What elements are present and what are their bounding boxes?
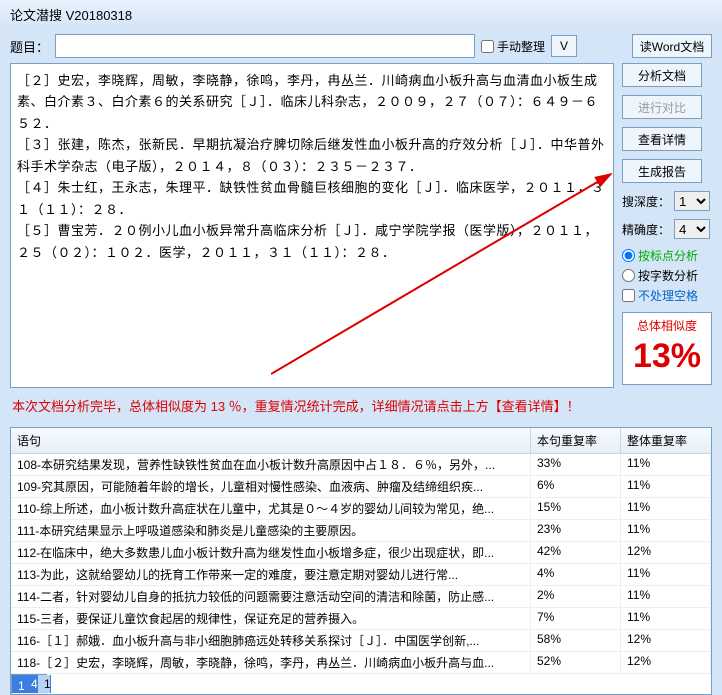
radio-chars[interactable]: 按字数分析	[622, 267, 712, 284]
cell-sentence: 118-［２］史宏，李晓辉，周敏，李晓静，徐鸣，李丹，冉丛兰．川崎病血小板升高与…	[11, 652, 531, 673]
table-row[interactable]: 110-综上所述，血小板计数升高症状在儿童中，尤其是０～４岁的婴幼儿间较为常见，…	[11, 498, 711, 520]
table-row[interactable]: 116-［１］郝娥．血小板升高与非小细胞肺癌远处转移关系探讨［Ｊ］．中国医学创新…	[11, 630, 711, 652]
depth-label: 搜深度：	[622, 193, 670, 210]
ref-line: ［４］朱士红，王永志，朱理平．缺铁性贫血骨髓巨核细胞的变化［Ｊ］．临床医学，２０…	[17, 177, 607, 220]
ref-line: ［５］曹宝芳．２０例小儿血小板异常升高临床分析［Ｊ］．咸宁学院学报（医学版），２…	[17, 220, 607, 263]
cell-rate2: 11%	[621, 476, 711, 497]
col-overall-rate[interactable]: 整体重复率	[621, 428, 711, 453]
cell-rate2: 12%	[621, 542, 711, 563]
radio-punct[interactable]: 按标点分析	[622, 247, 712, 264]
cell-rate1: 7%	[531, 608, 621, 629]
cell-sentence: 114-二者，针对婴幼儿自身的抵抗力较低的问题需要注意活动空间的清洁和除菌，防止…	[11, 586, 531, 607]
similarity-box: 总体相似度 13%	[622, 312, 712, 385]
cell-rate2: 12%	[621, 652, 711, 673]
table-row[interactable]: 118-［２］史宏，李晓辉，周敏，李晓静，徐鸣，李丹，冉丛兰．川崎病血小板升高与…	[11, 652, 711, 674]
results-table: 语句 本句重复率 整体重复率 108-本研究结果发现，营养性缺铁性贫血在血小板计…	[10, 427, 712, 695]
depth-select[interactable]: 1	[674, 191, 710, 211]
cell-sentence: 112-在临床中，绝大多数患儿血小板计数升高为继发性血小板增多症，很少出现症状，…	[11, 542, 531, 563]
title-input[interactable]	[55, 34, 475, 58]
cell-rate2: 12%	[38, 675, 51, 693]
precision-select[interactable]: 4	[674, 219, 710, 239]
cell-rate2: 11%	[621, 564, 711, 585]
cell-rate2: 11%	[621, 454, 711, 475]
col-sentence[interactable]: 语句	[11, 428, 531, 453]
cell-rate2: 11%	[621, 586, 711, 607]
ref-line: ［３］张建，陈杰，张新民．早期抗凝治疗脾切除后继发性血小板升高的疗效分析［Ｊ］．…	[17, 134, 607, 177]
cell-rate2: 11%	[621, 608, 711, 629]
manual-sort-check[interactable]	[481, 40, 494, 53]
cell-rate2: 11%	[621, 520, 711, 541]
window-titlebar: 论文潜搜 V20180318	[0, 0, 722, 29]
cell-rate1: 4%	[531, 564, 621, 585]
table-row[interactable]: 108-本研究结果发现，营养性缺铁性贫血在血小板计数升高原因中占１８．６％，另外…	[11, 454, 711, 476]
manual-sort-checkbox[interactable]: 手动整理	[481, 38, 545, 55]
cell-rate1: 49%	[25, 675, 38, 693]
cell-rate2: 11%	[621, 498, 711, 519]
window-title: 论文潜搜 V20180318	[10, 8, 132, 23]
cell-sentence: 111-本研究结果显示上呼吸道感染和肺炎是儿童感染的主要原因。	[11, 520, 531, 541]
table-header: 语句 本句重复率 整体重复率	[11, 428, 711, 454]
cell-rate1: 52%	[531, 652, 621, 673]
table-row[interactable]: 109-究其原因，可能随着年龄的增长，儿童相对慢性感染、血液病、肿瘤及结缔组织疾…	[11, 476, 711, 498]
status-message: 本次文档分析完毕，总体相似度为 13 ％，重复情况统计完成，详细情况请点击上方【…	[10, 388, 614, 419]
cell-sentence: 119-［３］张建，陈杰，张新民．早期抗凝治疗脾切除后继发性血小板升高的疗效分析…	[12, 675, 25, 693]
cell-rate1: 23%	[531, 520, 621, 541]
cell-rate1: 33%	[531, 454, 621, 475]
report-button[interactable]: 生成报告	[622, 159, 702, 183]
compare-button[interactable]: 进行对比	[622, 95, 702, 119]
check-nospace[interactable]: 不处理空格	[622, 287, 712, 304]
detail-button[interactable]: 查看详情	[622, 127, 702, 151]
table-row[interactable]: 113-为此，这就给婴幼儿的抚育工作带来一定的难度，要注意定期对婴幼儿进行常..…	[11, 564, 711, 586]
cell-rate1: 58%	[531, 630, 621, 651]
cell-rate1: 42%	[531, 542, 621, 563]
similarity-label: 总体相似度	[625, 317, 709, 334]
cell-sentence: 113-为此，这就给婴幼儿的抚育工作带来一定的难度，要注意定期对婴幼儿进行常..…	[11, 564, 531, 585]
cell-sentence: 110-综上所述，血小板计数升高症状在儿童中，尤其是０～４岁的婴幼儿间较为常见，…	[11, 498, 531, 519]
collapse-button[interactable]: V	[551, 35, 577, 57]
table-row[interactable]: 114-二者，针对婴幼儿自身的抵抗力较低的问题需要注意活动空间的清洁和除菌，防止…	[11, 586, 711, 608]
cell-sentence: 116-［１］郝娥．血小板升高与非小细胞肺癌远处转移关系探讨［Ｊ］．中国医学创新…	[11, 630, 531, 651]
col-sentence-rate[interactable]: 本句重复率	[531, 428, 621, 453]
side-panel: 分析文档 进行对比 查看详情 生成报告 搜深度： 1 精确度： 4 按标点分析 …	[622, 63, 712, 419]
top-bar: 题目： 手动整理 V 读Word文档	[0, 29, 722, 63]
title-label: 题目：	[10, 37, 49, 56]
cell-rate1: 6%	[531, 476, 621, 497]
read-word-button[interactable]: 读Word文档	[632, 34, 712, 58]
table-row[interactable]: 115-三者，要保证儿童饮食起居的规律性，保证充足的营养摄入。7%11%	[11, 608, 711, 630]
similarity-value: 13%	[625, 334, 709, 378]
table-row[interactable]: 112-在临床中，绝大多数患儿血小板计数升高为继发性血小板增多症，很少出现症状，…	[11, 542, 711, 564]
cell-rate1: 2%	[531, 586, 621, 607]
table-body: 108-本研究结果发现，营养性缺铁性贫血在血小板计数升高原因中占１８．６％，另外…	[11, 454, 711, 694]
cell-sentence: 108-本研究结果发现，营养性缺铁性贫血在血小板计数升高原因中占１８．６％，另外…	[11, 454, 531, 475]
analyze-button[interactable]: 分析文档	[622, 63, 702, 87]
precision-label: 精确度：	[622, 221, 670, 238]
cell-sentence: 115-三者，要保证儿童饮食起居的规律性，保证充足的营养摄入。	[11, 608, 531, 629]
table-row[interactable]: 119-［３］张建，陈杰，张新民．早期抗凝治疗脾切除后继发性血小板升高的疗效分析…	[11, 674, 47, 694]
cell-rate2: 12%	[621, 630, 711, 651]
cell-rate1: 15%	[531, 498, 621, 519]
table-row[interactable]: 111-本研究结果显示上呼吸道感染和肺炎是儿童感染的主要原因。23%11%	[11, 520, 711, 542]
cell-sentence: 109-究其原因，可能随着年龄的增长，儿童相对慢性感染、血液病、肿瘤及结缔组织疾…	[11, 476, 531, 497]
ref-line: ［２］史宏，李晓辉，周敏，李晓静，徐鸣，李丹，冉丛兰．川崎病血小板升高与血清血小…	[17, 70, 607, 134]
references-textarea[interactable]: ［２］史宏，李晓辉，周敏，李晓静，徐鸣，李丹，冉丛兰．川崎病血小板升高与血清血小…	[10, 63, 614, 388]
